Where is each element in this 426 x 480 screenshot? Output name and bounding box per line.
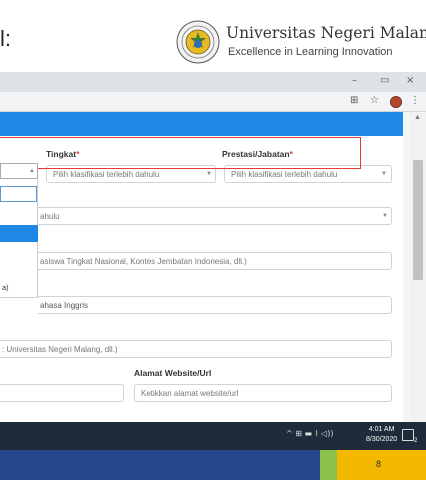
website-input[interactable]: Ketikkan alamat website/url — [134, 384, 392, 402]
slide-title: l: — [0, 26, 11, 51]
browser-title-bar: – ▭ × — [0, 72, 426, 92]
dropdown-option-selected[interactable] — [0, 225, 38, 242]
maximize-button[interactable]: ▭ — [380, 75, 389, 86]
scroll-up-icon[interactable]: ▲ — [414, 114, 421, 121]
minimize-button[interactable]: – — [352, 75, 357, 86]
system-tray-icons[interactable]: ^ ⊞ ▬ ⌇ ◁)) — [286, 429, 333, 438]
organizer-input[interactable]: : Universitas Negeri Malang, dll.) — [0, 340, 392, 358]
profile-avatar[interactable] — [390, 96, 402, 108]
translate-icon[interactable]: ⊞ — [350, 95, 358, 106]
klasifikasi-select[interactable]: ahulu — [38, 207, 392, 225]
scrollbar-thumb[interactable] — [413, 160, 423, 280]
taskbar — [0, 422, 426, 450]
browser-menu-icon[interactable]: ⋮ — [410, 95, 420, 106]
browser-toolbar: ⊞ ☆ ⋮ — [0, 92, 426, 112]
highlight-box — [0, 137, 361, 169]
website-label: Alamat Website/Url — [134, 368, 212, 378]
chevron-down-icon: ▼ — [206, 171, 212, 177]
event-name-input[interactable]: asiswa Tingkat Nasional, Kontes Jembatan… — [38, 252, 392, 270]
slide: l: Universitas Negeri Malang Excellence … — [0, 0, 426, 480]
page-number: 8 — [376, 459, 382, 469]
footer-bar-green — [320, 450, 337, 480]
footer-bar-yellow — [337, 450, 426, 480]
close-button[interactable]: × — [406, 75, 414, 86]
notification-count: 2 — [414, 438, 418, 444]
footer-bar-blue — [0, 450, 320, 480]
clock-date: 8/30/2020 — [366, 436, 398, 443]
chevron-down-icon: ▼ — [381, 171, 387, 177]
university-tagline: Excellence in Learning Innovation — [228, 46, 393, 58]
chevron-up-icon: ▲ — [29, 168, 35, 174]
bookmark-star-icon[interactable]: ☆ — [370, 95, 379, 106]
left-input[interactable] — [0, 384, 124, 402]
form-header-bar — [0, 112, 403, 136]
field-input[interactable]: ahasa Inggris — [38, 296, 392, 314]
notification-icon[interactable] — [402, 429, 414, 441]
dropdown-search-input[interactable] — [0, 186, 37, 202]
clock-time: 4:01 AM — [368, 426, 395, 433]
university-name: Universitas Negeri Malang — [226, 24, 426, 42]
chevron-down-icon: ▼ — [382, 213, 388, 219]
taskbar-clock[interactable]: 4:01 AM 8/30/2020 — [366, 425, 397, 445]
university-logo — [176, 20, 220, 64]
dropdown-option[interactable]: a) — [0, 283, 38, 295]
